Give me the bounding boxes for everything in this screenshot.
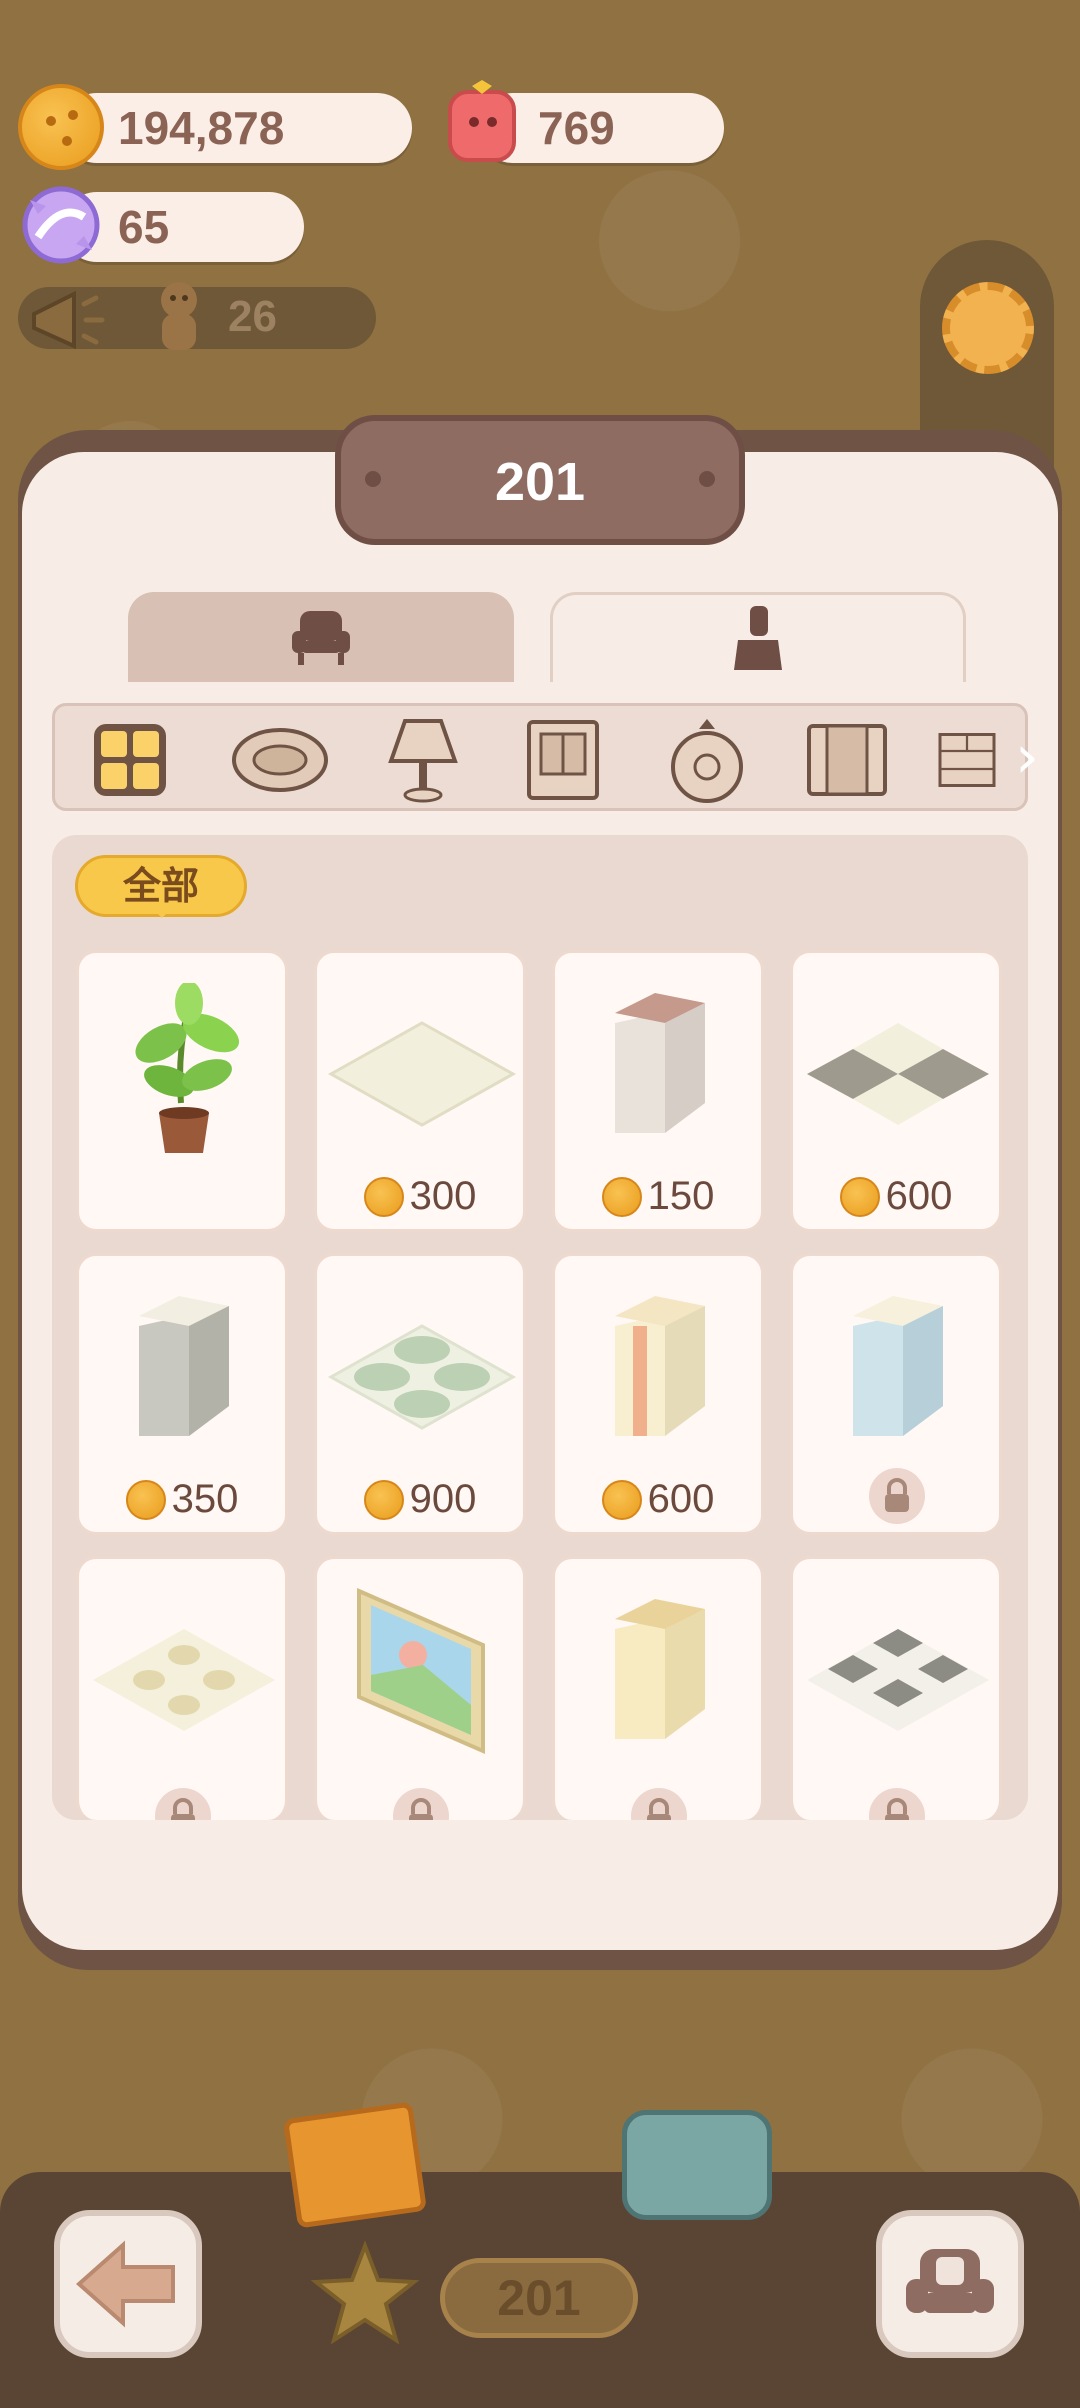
item-card-cream-wall[interactable]	[552, 1556, 764, 1820]
furniture-edit-button[interactable]	[876, 2210, 1024, 2358]
room-number-title: 201	[494, 452, 586, 512]
category-window[interactable]	[513, 720, 613, 800]
plain-floor-icon	[327, 1021, 517, 1127]
item-card-pattern-floor[interactable]	[76, 1556, 288, 1820]
paint-brush-icon	[734, 605, 782, 670]
tile-floor-icon	[807, 1629, 989, 1731]
window-icon	[527, 720, 599, 800]
mail-machine-icon[interactable]	[622, 2110, 772, 2220]
category-clock[interactable]	[657, 719, 757, 803]
gray-wall-icon	[139, 1296, 229, 1436]
panel-header: 201	[335, 415, 745, 545]
category-all[interactable]	[80, 720, 180, 800]
cookie-price-icon	[601, 1479, 642, 1520]
item-card-plain-floor[interactable]: 300	[314, 950, 526, 1232]
lock-icon	[631, 1788, 687, 1820]
item-price: 900	[409, 1477, 477, 1521]
striped-wall-icon	[615, 1296, 705, 1436]
item-card-potted-plant[interactable]	[76, 950, 288, 1232]
cookie-price-icon	[125, 1479, 166, 1520]
cream-wall-icon	[615, 1599, 705, 1739]
category-wardrobe[interactable]	[797, 720, 897, 800]
cookie-counter: 194,878	[62, 93, 412, 163]
settings-gear-icon[interactable]	[942, 282, 1034, 374]
gingerbread-icon	[148, 278, 210, 356]
gem-count: 769	[538, 102, 615, 154]
item-card-circle-floor[interactable]: 900	[314, 1253, 526, 1535]
item-card-wall-panel[interactable]: 150	[552, 950, 764, 1232]
blue-wall-icon	[853, 1296, 943, 1436]
cookie-icon	[18, 84, 104, 170]
item-price: 600	[647, 1477, 715, 1521]
lock-icon	[155, 1788, 211, 1820]
rug-icon	[232, 728, 328, 792]
category-wall[interactable]	[937, 720, 997, 800]
item-price: 150	[647, 1174, 715, 1218]
sofa-icon	[906, 2249, 994, 2313]
item-card-gray-wall[interactable]: 350	[76, 1253, 288, 1535]
back-button[interactable]	[54, 2210, 202, 2358]
tab-decor[interactable]	[550, 592, 966, 682]
item-card-tile-floor[interactable]	[790, 1556, 1002, 1820]
ad-reward-count: 26	[228, 292, 277, 341]
item-price: 600	[885, 1174, 953, 1218]
scroll-right-arrow-icon[interactable]: ›	[1003, 725, 1051, 789]
item-price: 300	[409, 1174, 477, 1218]
checker-floor-icon	[807, 1023, 989, 1125]
tab-furniture[interactable]	[128, 592, 514, 682]
wall-panel-icon	[615, 993, 705, 1133]
item-card-painting-wall[interactable]	[314, 1556, 526, 1820]
cookie-price-icon	[363, 1479, 404, 1520]
room-number-pill: 201	[440, 2258, 638, 2338]
filter-all-badge[interactable]: 全部	[75, 855, 247, 918]
category-lamp[interactable]	[373, 719, 473, 803]
megaphone-icon[interactable]	[24, 280, 114, 360]
wall-icon	[938, 733, 996, 787]
category-rug[interactable]	[225, 720, 335, 800]
cookie-count: 194,878	[118, 102, 285, 154]
item-card-blue-wall[interactable]	[790, 1253, 1002, 1535]
lock-icon	[869, 1468, 925, 1524]
item-price: 350	[171, 1477, 239, 1521]
grid-icon	[94, 724, 166, 796]
cookie-price-icon	[601, 1176, 642, 1217]
wardrobe-icon	[807, 724, 887, 796]
gem-icon	[444, 80, 520, 166]
lamp-icon	[388, 719, 458, 803]
item-card-checker-floor[interactable]: 600	[790, 950, 1002, 1232]
star-rating-icon	[310, 2240, 420, 2350]
lock-icon	[393, 1788, 449, 1820]
pattern-floor-icon	[93, 1629, 275, 1731]
journal-book-icon[interactable]	[282, 2101, 428, 2229]
circle-floor-icon	[327, 1324, 517, 1430]
cookie-price-icon	[363, 1176, 404, 1217]
painting-wall-icon	[357, 1587, 485, 1755]
category-bar	[52, 703, 1028, 811]
back-arrow-icon	[75, 2240, 175, 2328]
lock-icon	[869, 1788, 925, 1820]
candy-icon	[18, 182, 104, 268]
potted-plant-icon	[135, 983, 240, 1153]
cookie-price-icon	[839, 1176, 880, 1217]
candy-count: 65	[118, 201, 170, 253]
clock-icon	[671, 719, 743, 803]
armchair-icon	[292, 611, 350, 665]
item-card-striped-wall[interactable]: 600	[552, 1253, 764, 1535]
